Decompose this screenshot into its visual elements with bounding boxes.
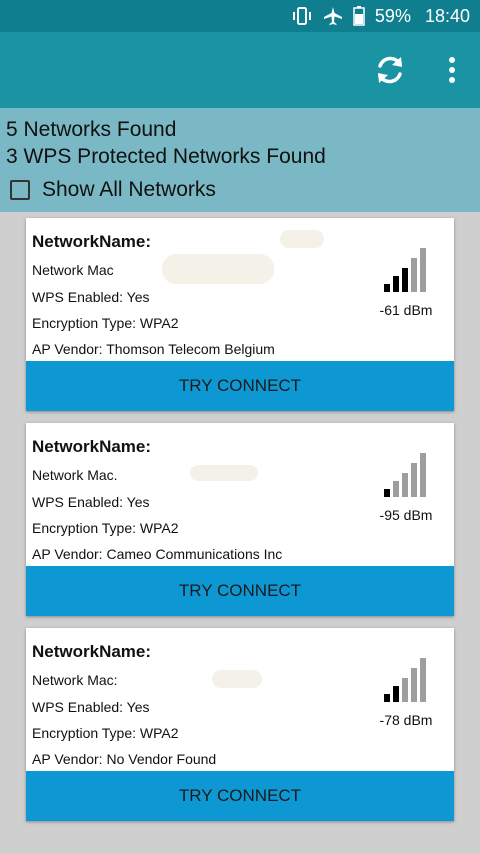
signal-bar — [393, 276, 399, 292]
signal-bar — [384, 489, 390, 497]
status-bar: 59% 18:40 — [0, 0, 480, 32]
signal-bar — [402, 678, 408, 702]
wps-enabled: WPS Enabled: Yes — [32, 699, 150, 715]
ap-vendor: AP Vendor: No Vendor Found — [32, 751, 217, 767]
ap-vendor: AP Vendor: Thomson Telecom Belgium — [32, 341, 275, 357]
signal-strength-icon — [384, 453, 426, 497]
signal-bar — [420, 453, 426, 497]
try-connect-button[interactable]: TRY CONNECT — [26, 771, 454, 821]
vibrate-icon — [291, 7, 313, 25]
show-all-label: Show All Networks — [42, 178, 216, 201]
signal-strength-icon — [384, 248, 426, 292]
wps-networks-found-count: 3 WPS Protected Networks Found — [6, 145, 326, 168]
network-name-label: NetworkName: — [32, 642, 152, 661]
network-card: NetworkName: Network Mac. WPS Enabled: Y… — [26, 423, 454, 616]
redacted-mac — [212, 670, 262, 688]
signal-bar — [411, 258, 417, 292]
redacted-mac — [162, 254, 274, 284]
signal-strength-icon — [384, 658, 426, 702]
signal-bar — [384, 284, 390, 292]
network-mac-label: Network Mac. — [32, 467, 118, 483]
airplane-mode-icon — [323, 6, 343, 26]
signal-bar — [402, 268, 408, 292]
battery-percent: 59% — [374, 5, 411, 26]
encryption-type: Encryption Type: WPA2 — [32, 725, 179, 741]
show-all-networks-toggle[interactable]: Show All Networks — [10, 178, 216, 202]
signal-dbm: -78 dBm — [379, 712, 433, 728]
signal-bar — [411, 668, 417, 702]
network-mac-label: Network Mac — [32, 262, 114, 278]
try-connect-button[interactable]: TRY CONNECT — [26, 361, 454, 411]
signal-bar — [411, 463, 417, 497]
signal-bar — [420, 658, 426, 702]
wps-enabled: WPS Enabled: Yes — [32, 289, 150, 305]
redacted-mac — [190, 465, 258, 481]
signal-dbm: -61 dBm — [379, 302, 433, 318]
network-mac-label: Network Mac: — [32, 672, 118, 688]
scan-summary: 5 Networks Found 3 WPS Protected Network… — [0, 108, 480, 212]
signal-bar — [402, 473, 408, 497]
networks-found-count: 5 Networks Found — [6, 118, 177, 141]
try-connect-button[interactable]: TRY CONNECT — [26, 566, 454, 616]
signal-bar — [384, 694, 390, 702]
network-name-label: NetworkName: — [32, 232, 152, 251]
clock: 18:40 — [424, 5, 470, 26]
encryption-type: Encryption Type: WPA2 — [32, 315, 179, 331]
redacted-network-name — [280, 230, 324, 248]
signal-bar — [393, 481, 399, 497]
battery-icon — [353, 6, 365, 26]
more-vert-icon — [449, 57, 455, 83]
more-options-button[interactable] — [432, 50, 472, 90]
wps-enabled: WPS Enabled: Yes — [32, 494, 150, 510]
app-toolbar — [0, 32, 480, 108]
signal-bar — [420, 248, 426, 292]
network-name-label: NetworkName: — [32, 437, 152, 456]
signal-bar — [393, 686, 399, 702]
network-card: NetworkName: Network Mac: WPS Enabled: Y… — [26, 628, 454, 821]
encryption-type: Encryption Type: WPA2 — [32, 520, 179, 536]
signal-dbm: -95 dBm — [379, 507, 433, 523]
refresh-button[interactable] — [370, 50, 410, 90]
show-all-checkbox[interactable] — [10, 180, 30, 200]
ap-vendor: AP Vendor: Cameo Communications Inc — [32, 546, 283, 562]
network-card: NetworkName: Network Mac WPS Enabled: Ye… — [26, 218, 454, 411]
refresh-icon — [378, 56, 402, 84]
